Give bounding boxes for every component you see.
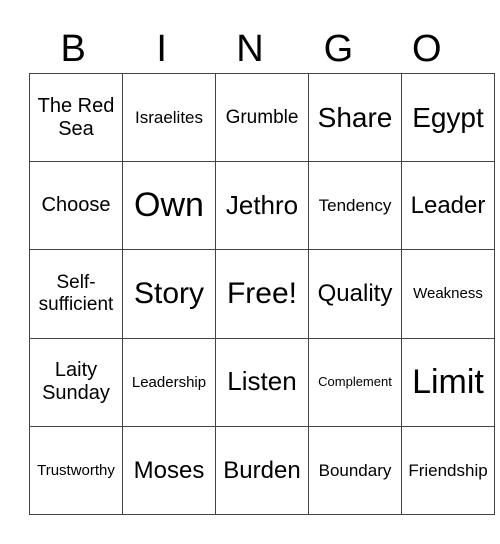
grid-row: Trustworthy Moses Burden Boundary Friend… bbox=[29, 425, 495, 516]
header-letter-o: O bbox=[412, 28, 442, 70]
bingo-cell[interactable]: Weakness bbox=[401, 249, 495, 339]
bingo-cell[interactable]: Laity Sunday bbox=[29, 337, 123, 427]
header-letter-i: I bbox=[156, 28, 167, 70]
bingo-cell[interactable]: Jethro bbox=[215, 161, 309, 251]
bingo-cell[interactable]: Israelites bbox=[122, 72, 216, 163]
bingo-cell[interactable]: Moses bbox=[122, 425, 216, 516]
header-letter-g: G bbox=[323, 28, 354, 70]
bingo-cell[interactable]: Quality bbox=[308, 249, 402, 339]
bingo-header: B I N G O bbox=[29, 24, 471, 74]
bingo-cell free-space[interactable]: Story bbox=[122, 249, 216, 339]
grid-row: Laity Sunday Leadership Listen Complemen… bbox=[29, 337, 495, 427]
bingo-cell[interactable]: The Red Sea bbox=[29, 72, 123, 163]
grid-row: Self-sufficient Story Free! Quality Weak… bbox=[29, 249, 495, 339]
bingo-cell[interactable]: Grumble bbox=[215, 72, 309, 163]
bingo-cell[interactable]: Leader bbox=[401, 161, 495, 251]
bingo-cell[interactable]: Burden bbox=[215, 425, 309, 516]
bingo-cell[interactable]: Leadership bbox=[122, 337, 216, 427]
bingo-cell[interactable]: Self-sufficient bbox=[29, 249, 123, 339]
bingo-cell[interactable]: Limit bbox=[401, 337, 495, 427]
bingo-cell-free-space[interactable]: Free! bbox=[215, 249, 309, 339]
grid-row: Choose Own Jethro Tendency Leader bbox=[29, 161, 495, 251]
bingo-cell[interactable]: Share bbox=[308, 72, 402, 163]
header-letter-b: B bbox=[60, 28, 86, 70]
bingo-cell[interactable]: Listen bbox=[215, 337, 309, 427]
bingo-cell[interactable]: Friendship bbox=[401, 425, 495, 516]
bingo-grid: The Red Sea Israelites Grumble Share Egy… bbox=[29, 72, 495, 516]
bingo-cell[interactable]: Tendency bbox=[308, 161, 402, 251]
bingo-cell[interactable]: Trustworthy bbox=[29, 425, 123, 516]
bingo-cell[interactable]: Complement bbox=[308, 337, 402, 427]
bingo-cell[interactable]: Egypt bbox=[401, 72, 495, 163]
bingo-cell[interactable]: Choose bbox=[29, 161, 123, 251]
header-letter-n: N bbox=[236, 28, 264, 70]
bingo-cell[interactable]: Own bbox=[122, 161, 216, 251]
grid-row: The Red Sea Israelites Grumble Share Egy… bbox=[29, 72, 495, 163]
bingo-cell[interactable]: Boundary bbox=[308, 425, 402, 516]
